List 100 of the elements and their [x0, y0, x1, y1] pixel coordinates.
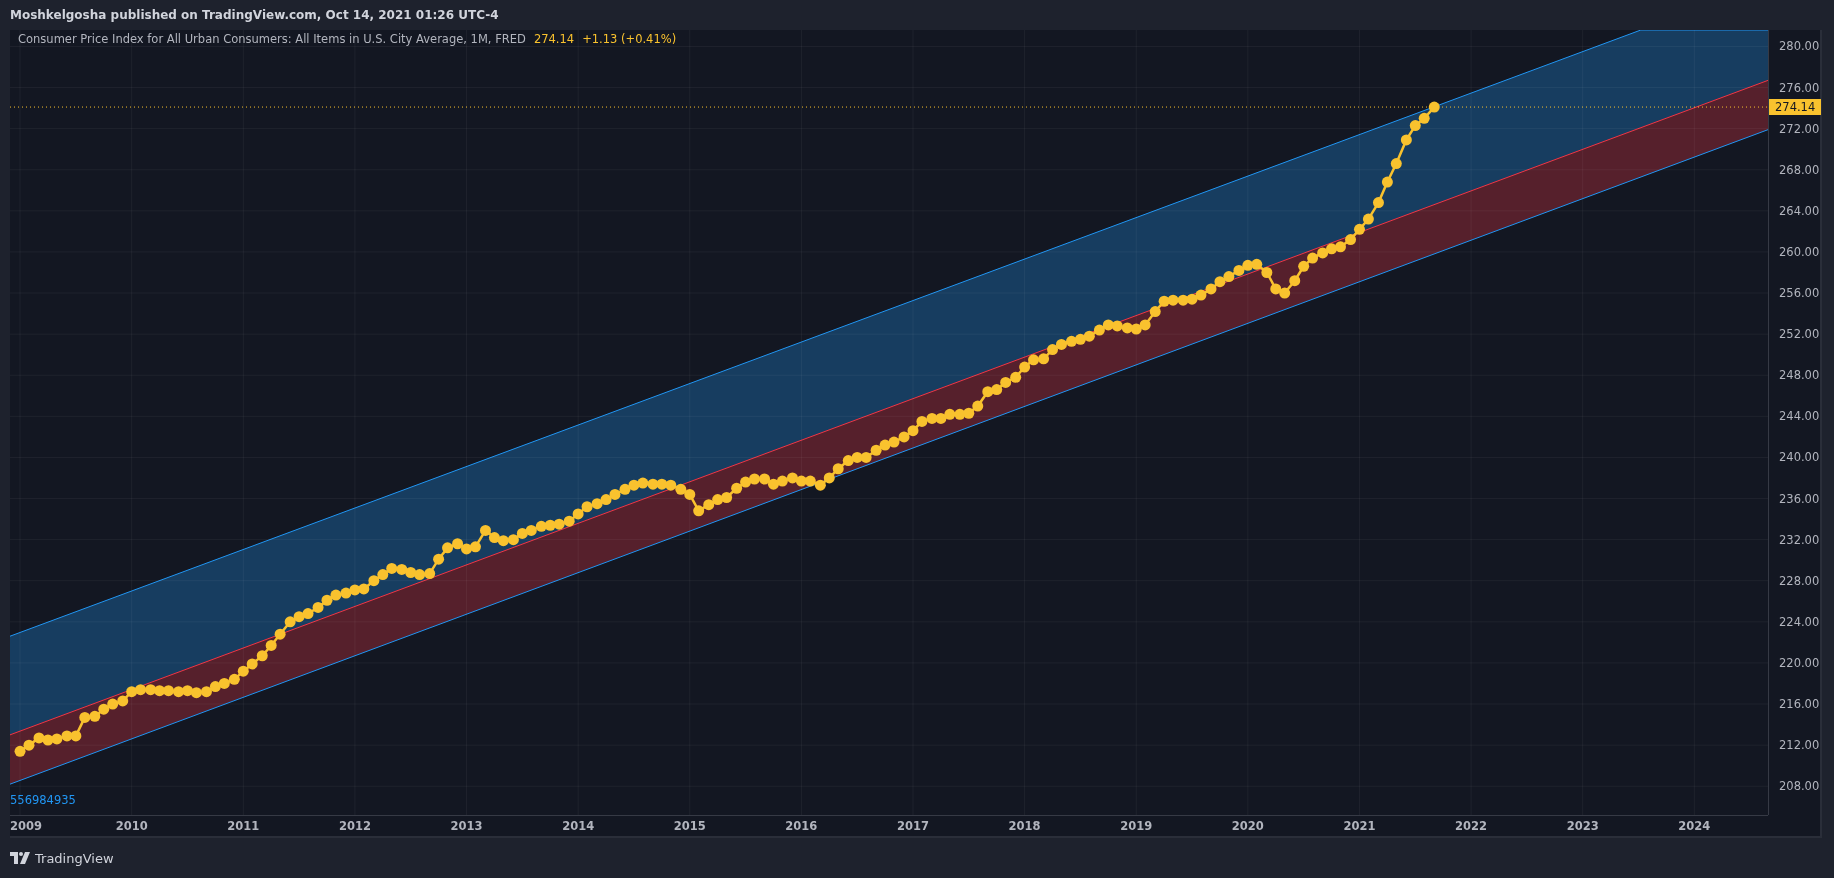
data-point: [1317, 247, 1329, 259]
data-point: [581, 501, 593, 513]
data-point: [330, 589, 342, 601]
data-point: [684, 488, 696, 500]
year-tick: 2011: [227, 819, 260, 833]
year-tick: 2015: [673, 819, 706, 833]
price-tick: 252.00: [1779, 327, 1820, 342]
year-tick: 2019: [1120, 819, 1153, 833]
year-tick: 2014: [562, 819, 595, 833]
data-point: [70, 730, 82, 742]
data-point: [1381, 176, 1393, 188]
data-point: [1177, 294, 1189, 306]
year-tick: 2022: [1455, 819, 1488, 833]
price-tick: 280.00: [1779, 39, 1820, 54]
data-point: [1279, 287, 1291, 299]
data-point: [340, 587, 352, 599]
data-point: [33, 732, 45, 744]
data-point: [1102, 319, 1114, 331]
year-tick: 2016: [785, 819, 818, 833]
data-point: [349, 584, 361, 596]
data-point: [368, 575, 380, 587]
data-point: [572, 508, 584, 520]
data-point: [1028, 354, 1040, 366]
data-point: [1149, 306, 1161, 318]
price-tick: 244.00: [1779, 409, 1820, 424]
price-tick: 224.00: [1779, 614, 1820, 629]
data-point: [1214, 276, 1226, 288]
data-point: [1000, 376, 1012, 388]
year-tick: 2024: [1678, 819, 1711, 833]
data-point: [591, 498, 603, 510]
data-point: [804, 475, 816, 487]
data-point: [814, 479, 826, 491]
data-point: [89, 710, 101, 722]
data-point: [1400, 134, 1412, 146]
data-point: [480, 524, 491, 536]
data-point: [1074, 333, 1086, 345]
data-point: [284, 616, 296, 628]
data-point: [190, 687, 202, 699]
data-point: [916, 415, 928, 427]
data-point: [553, 518, 565, 530]
price-tick: 212.00: [1779, 738, 1820, 753]
data-point: [1010, 371, 1022, 383]
data-point: [759, 473, 771, 485]
data-point: [256, 650, 268, 662]
data-point: [972, 400, 984, 412]
data-point: [1139, 319, 1151, 331]
data-point: [1019, 361, 1031, 373]
data-point: [1038, 353, 1050, 365]
data-point: [1270, 283, 1282, 295]
year-tick: 2018: [1008, 819, 1041, 833]
data-point: [1307, 252, 1319, 264]
data-point: [1093, 324, 1105, 336]
data-point: [1066, 335, 1077, 347]
data-point: [1362, 213, 1374, 225]
price-tick: 236.00: [1779, 491, 1820, 506]
data-point: [23, 739, 35, 751]
year-tick: 2020: [1231, 819, 1264, 833]
price-tick: 228.00: [1779, 573, 1820, 588]
data-point: [107, 698, 119, 710]
brand-logo-icon: [10, 852, 30, 864]
data-point: [628, 479, 640, 491]
data-point: [712, 494, 724, 506]
data-point: [51, 733, 63, 745]
data-point: [1298, 260, 1310, 272]
data-point: [832, 463, 844, 475]
price-tick: 208.00: [1779, 779, 1820, 794]
data-point: [795, 475, 807, 487]
price-tick: 248.00: [1779, 368, 1820, 383]
data-point: [145, 684, 157, 696]
price-tick: 240.00: [1779, 450, 1820, 465]
data-point: [246, 658, 258, 670]
year-tick: 2013: [450, 819, 483, 833]
data-point: [1047, 344, 1058, 356]
data-point: [888, 436, 900, 448]
publish-info: Moshkelgosha published on TradingView.com, Oct 14, 2021 01:26 UTC-4: [10, 8, 499, 22]
data-point: [117, 695, 129, 707]
data-point: [1261, 267, 1273, 278]
data-point: [1390, 158, 1402, 170]
year-tick: 2012: [338, 819, 371, 833]
data-point: [1335, 241, 1346, 253]
data-point: [1418, 112, 1430, 124]
data-point: [693, 505, 705, 517]
data-point: [1409, 120, 1421, 132]
data-point: [321, 594, 333, 606]
data-point: [274, 628, 286, 640]
data-point: [163, 685, 174, 697]
data-point: [675, 483, 687, 495]
data-point: [721, 492, 733, 503]
data-point: [126, 686, 138, 698]
data-point: [516, 527, 528, 539]
data-point: [1233, 264, 1245, 276]
data-point: [637, 477, 649, 489]
data-point: [1353, 223, 1365, 235]
data-point: [954, 408, 966, 420]
data-point: [1167, 294, 1179, 306]
data-point: [14, 745, 26, 757]
data-point: [302, 608, 314, 620]
data-point: [740, 476, 752, 488]
data-point: [870, 444, 882, 456]
data-point: [507, 534, 519, 546]
